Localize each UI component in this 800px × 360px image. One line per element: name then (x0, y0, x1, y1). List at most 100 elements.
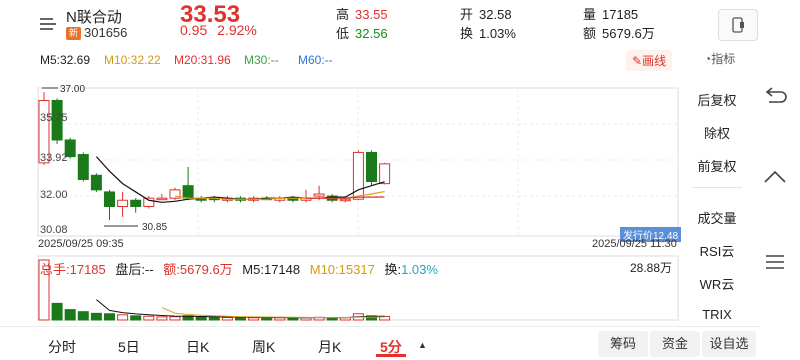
open-field: 开 32.58 (460, 4, 512, 23)
home-icon[interactable] (760, 168, 790, 197)
landscape-toggle-button[interactable] (718, 9, 758, 41)
back-icon[interactable] (760, 86, 790, 115)
side-divider (692, 187, 742, 188)
turnover-field: 换 1.03% (460, 23, 516, 42)
tab-weekly[interactable]: 周K (252, 337, 275, 357)
ma30-label: M30:-- (244, 53, 279, 67)
volume-bar (156, 316, 168, 321)
candle-body (77, 154, 89, 180)
vol-turnover-value: 1.03% (401, 262, 438, 277)
amount-field: 额 5679.6万 (583, 23, 655, 42)
volume-bar (235, 317, 246, 321)
side-item-back-adjust[interactable]: 后复权 (688, 90, 746, 109)
candle (104, 189, 115, 220)
candle (339, 198, 351, 203)
max-marker: 37.00 (42, 84, 85, 95)
y-axis-label: 32.00 (40, 189, 68, 201)
menu-icon[interactable] (38, 14, 58, 34)
side-item-ex-rights[interactable]: 除权 (688, 123, 746, 142)
tab-monthly[interactable]: 月K (318, 337, 341, 357)
low-label: 低 (336, 26, 350, 41)
volume-field: 量 17185 (583, 4, 638, 23)
volume-bar (248, 317, 260, 321)
low-field: 低 32.56 (336, 23, 388, 42)
volume-info-row: 总手:17185 盘后:-- 额:5679.6万 M5:17148 M10:15… (40, 259, 460, 278)
vol-m10: M10:15317 (309, 262, 375, 277)
y-axis-label: 30.08 (40, 224, 68, 236)
volume-bar (104, 313, 115, 321)
new-badge: 新 (66, 27, 82, 40)
candle (77, 152, 89, 182)
candle-body (339, 198, 351, 202)
kline-chart[interactable]: 37.00 30.85 (0, 70, 690, 332)
volume-bar (90, 312, 102, 321)
candle-body (156, 197, 168, 201)
amount-value: 5679.6万 (602, 26, 655, 41)
caret-up-icon[interactable]: ▲ (418, 340, 427, 350)
candle (379, 162, 391, 185)
side-item-forward-adjust[interactable]: 前复权 (688, 156, 746, 175)
turnover-value: 1.03% (479, 26, 516, 41)
total-hand: 总手:17185 (40, 262, 106, 277)
high-value: 33.55 (355, 7, 388, 22)
indicator-label: 指标 (711, 52, 736, 66)
chips-button[interactable]: 筹码 (598, 331, 648, 357)
candle-body (379, 163, 391, 185)
side-item-trix[interactable]: TRIX (688, 307, 746, 322)
volume-bar (221, 317, 233, 321)
candle (366, 150, 377, 186)
min-marker: 30.85 (104, 222, 167, 233)
phone-icon (732, 17, 744, 33)
end-time: 2025/09/25 11:30 (592, 238, 677, 250)
candle-body (143, 197, 155, 207)
indicator-button[interactable]: ◔指标 (704, 50, 735, 67)
stock-code: 301656 (84, 25, 128, 40)
candle (156, 194, 168, 201)
candle-body (90, 174, 102, 191)
volume-bar (77, 311, 89, 321)
vol-ma5-line (96, 299, 385, 319)
candles (38, 92, 391, 220)
draw-line-button[interactable]: ✎画线 (626, 50, 673, 71)
volume-bar (208, 316, 220, 321)
fund-button[interactable]: 资金 (650, 331, 700, 357)
candle (169, 187, 181, 201)
price-change: 0.95 2.92% (180, 22, 257, 38)
side-item-volume[interactable]: 成交量 (688, 208, 746, 227)
candle (117, 191, 129, 217)
volume-bar (64, 309, 76, 321)
tab-daily[interactable]: 日K (186, 337, 209, 357)
change-percent: 2.92% (217, 22, 257, 38)
side-item-wr[interactable]: WR云 (688, 274, 746, 293)
open-value: 32.58 (479, 7, 512, 22)
candle-body (313, 193, 325, 197)
stock-name: N联合动 (66, 9, 122, 26)
volume-bar (287, 317, 299, 321)
candle-body (182, 185, 194, 199)
vol-m5: M5:17148 (242, 262, 301, 277)
recent-apps-icon[interactable] (760, 250, 790, 279)
low-value: 32.56 (355, 26, 388, 41)
draw-line-label: 画线 (642, 54, 667, 68)
candle-body (117, 199, 129, 207)
start-time: 2025/09/25 09:35 (38, 238, 124, 250)
add-watchlist-button[interactable]: 设自选 (702, 331, 756, 357)
pencil-icon: ✎ (632, 54, 643, 68)
vol-turnover-label: 换:1.03% (384, 262, 438, 277)
candle-body (104, 191, 115, 207)
volume-value: 17185 (602, 7, 639, 22)
tab-5day[interactable]: 5日 (118, 337, 140, 357)
side-item-rsi[interactable]: RSI云 (688, 241, 746, 260)
ma60-label: M60:-- (298, 53, 333, 67)
candle (90, 173, 102, 192)
after-hours: 盘后:-- (115, 262, 154, 277)
tab-intraday[interactable]: 分时 (48, 337, 76, 357)
volume-bar (195, 316, 207, 321)
candle-body (130, 199, 142, 207)
candle-body (366, 151, 377, 183)
volume-label: 量 (583, 7, 597, 22)
candle (182, 166, 194, 201)
ma20-label: M20:31.96 (174, 53, 231, 67)
min-label: 30.85 (142, 222, 167, 233)
change-value: 0.95 (180, 22, 208, 38)
